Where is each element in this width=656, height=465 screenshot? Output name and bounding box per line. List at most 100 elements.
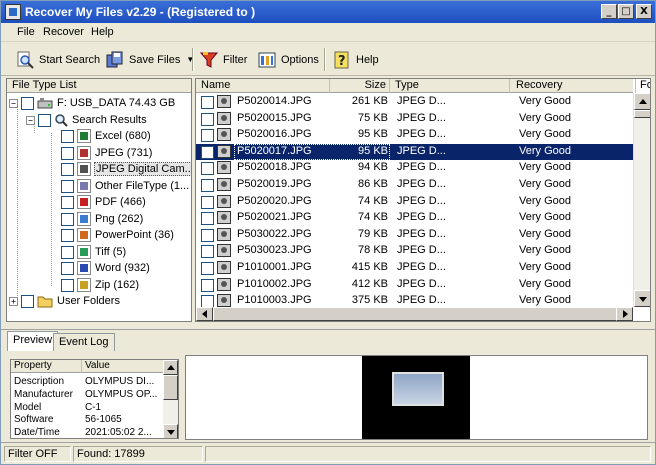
minimize-button[interactable]: _ xyxy=(601,4,617,19)
tree-node-word[interactable]: Word (932) xyxy=(61,260,151,276)
property-row[interactable]: Software 56-1065 xyxy=(11,414,163,427)
table-row[interactable]: P1010002.JPG 412 KB JPEG D... Very Good xyxy=(196,277,633,293)
property-scrollbar[interactable] xyxy=(163,360,178,438)
row-checkbox[interactable] xyxy=(201,245,214,259)
column-extra[interactable]: Fo xyxy=(636,79,650,93)
tree-node-other-filetype[interactable]: Other FileType (1... xyxy=(61,178,190,194)
excel-checkbox[interactable] xyxy=(61,129,74,143)
row-checkbox[interactable] xyxy=(201,96,214,109)
drive-checkbox[interactable] xyxy=(21,96,34,110)
powerpoint-checkbox[interactable] xyxy=(61,228,74,242)
horizontal-scroll-thumb[interactable] xyxy=(213,307,618,321)
tab-preview[interactable]: Preview xyxy=(7,331,59,351)
row-checkbox[interactable] xyxy=(201,262,214,275)
tiff-checkbox[interactable] xyxy=(61,245,74,259)
table-row[interactable]: P5020014.JPG 261 KB JPEG D... Very Good xyxy=(196,94,633,110)
property-row[interactable]: Date/Time 2021:05:02 2... xyxy=(11,427,163,438)
jpeg-checkbox[interactable] xyxy=(61,146,74,160)
tree-node-jpeg[interactable]: JPEG (731) xyxy=(61,145,153,161)
file-type: JPEG D... xyxy=(397,294,446,307)
property-row[interactable]: Model C-1 xyxy=(11,402,163,415)
tree-node-zip[interactable]: Zip (162) xyxy=(61,277,140,293)
table-row[interactable]: P5020021.JPG 74 KB JPEG D... Very Good xyxy=(196,210,633,226)
tab-event-log[interactable]: Event Log xyxy=(53,333,115,351)
row-checkbox[interactable] xyxy=(201,145,214,159)
word-checkbox[interactable] xyxy=(61,261,74,275)
tree-node-user-folders[interactable]: + User Folders xyxy=(9,293,121,309)
file-list[interactable]: Name Size Type Recovery Fo P5020014.JPG 2… xyxy=(195,78,651,322)
tree-node-powerpoint[interactable]: PowerPoint (36) xyxy=(61,227,175,243)
camera-icon xyxy=(217,211,231,225)
table-row[interactable]: P5020018.JPG 94 KB JPEG D... Very Good xyxy=(196,160,633,176)
row-checkbox[interactable] xyxy=(201,179,214,192)
row-checkbox[interactable] xyxy=(201,228,214,242)
user-folders-checkbox[interactable] xyxy=(21,294,34,308)
collapse-icon[interactable]: − xyxy=(26,115,35,125)
table-row[interactable]: P5020020.JPG 74 KB JPEG D... Very Good xyxy=(196,194,633,210)
table-row[interactable]: P1010001.JPG 415 KB JPEG D... Very Good xyxy=(196,260,633,276)
property-scroll-thumb[interactable] xyxy=(163,375,178,400)
start-search-button[interactable]: Start Search xyxy=(15,47,100,72)
row-checkbox[interactable] xyxy=(201,212,214,226)
menu-help[interactable]: Help xyxy=(91,26,114,38)
options-button[interactable]: Options xyxy=(257,47,319,72)
vertical-scrollbar[interactable] xyxy=(633,93,650,307)
tree-node-drive[interactable]: − F: USB_DATA 74.43 GB xyxy=(9,95,176,111)
file-type-tree[interactable]: File Type List − F: USB_DATA 74.43 GB − … xyxy=(6,78,192,322)
tree-node-pdf[interactable]: PDF (466) xyxy=(61,194,147,210)
tree-node-jpeg-digital-camera[interactable]: JPEG Digital Cam... xyxy=(61,161,191,177)
pdf-checkbox[interactable] xyxy=(61,195,74,209)
table-row[interactable]: P5020019.JPG 86 KB JPEG D... Very Good xyxy=(196,177,633,193)
table-row[interactable]: P5020017.JPG 95 KB JPEG D... Very Good xyxy=(196,143,633,160)
scroll-right-button[interactable] xyxy=(616,307,633,321)
row-checkbox[interactable] xyxy=(201,195,214,209)
menu-file[interactable]: File xyxy=(17,26,35,38)
scroll-down-button[interactable] xyxy=(163,424,178,438)
tree-node-excel[interactable]: Excel (680) xyxy=(61,128,152,144)
row-checkbox[interactable] xyxy=(201,112,214,126)
property-column[interactable]: Property xyxy=(11,360,82,373)
horizontal-scrollbar[interactable] xyxy=(196,307,633,321)
tree-node-png[interactable]: Png (262) xyxy=(61,211,144,227)
save-icon xyxy=(105,50,125,70)
svg-text:?: ? xyxy=(338,54,346,69)
maximize-button[interactable]: □ xyxy=(618,4,634,19)
search-results-checkbox[interactable] xyxy=(38,113,51,127)
table-row[interactable]: P5020015.JPG 75 KB JPEG D... Very Good xyxy=(196,111,633,127)
other-filetype-checkbox[interactable] xyxy=(61,179,74,193)
filter-button[interactable]: Filter xyxy=(199,47,247,72)
close-button[interactable]: X xyxy=(636,4,652,19)
scroll-up-button[interactable] xyxy=(634,93,650,110)
row-checkbox[interactable] xyxy=(201,162,214,176)
title-bar[interactable]: Recover My Files v2.29 - (Registered to … xyxy=(1,1,655,23)
help-button[interactable]: ? Help xyxy=(332,47,379,72)
column-name[interactable]: Name xyxy=(196,79,330,93)
row-checkbox[interactable] xyxy=(201,278,214,292)
scroll-up-button[interactable] xyxy=(163,360,178,375)
value-column[interactable]: Value xyxy=(82,360,164,373)
table-row[interactable]: P5020016.JPG 95 KB JPEG D... Very Good xyxy=(196,127,633,143)
row-checkbox[interactable] xyxy=(201,129,214,143)
property-row[interactable]: Description OLYMPUS DI... xyxy=(11,376,163,389)
property-row[interactable]: Manufacturer OLYMPUS OP... xyxy=(11,389,163,402)
column-type[interactable]: Type xyxy=(390,79,510,93)
collapse-icon[interactable]: − xyxy=(9,98,18,108)
tree-node-search-results[interactable]: − Search Results xyxy=(26,112,148,128)
jpeg-digital-camera-checkbox[interactable] xyxy=(61,162,74,176)
zip-checkbox[interactable] xyxy=(61,278,74,292)
column-recovery[interactable]: Recovery xyxy=(510,79,636,93)
scroll-left-button[interactable] xyxy=(196,307,213,321)
tree-node-tiff[interactable]: Tiff (5) xyxy=(61,244,127,260)
table-row[interactable]: P5030022.JPG 79 KB JPEG D... Very Good xyxy=(196,227,633,243)
property-value: 56-1065 xyxy=(85,414,122,426)
property-value: C-1 xyxy=(85,401,102,413)
menu-recover[interactable]: Recover xyxy=(43,26,84,38)
table-row[interactable]: P5030023.JPG 78 KB JPEG D... Very Good xyxy=(196,243,633,259)
file-type: JPEG D... xyxy=(397,244,446,257)
expand-icon[interactable]: + xyxy=(9,296,18,306)
png-checkbox[interactable] xyxy=(61,212,74,226)
vertical-scroll-thumb[interactable] xyxy=(634,110,650,118)
save-files-button[interactable]: Save Files ▼ xyxy=(105,47,194,72)
column-size[interactable]: Size xyxy=(330,79,390,93)
scroll-down-button[interactable] xyxy=(634,290,650,307)
